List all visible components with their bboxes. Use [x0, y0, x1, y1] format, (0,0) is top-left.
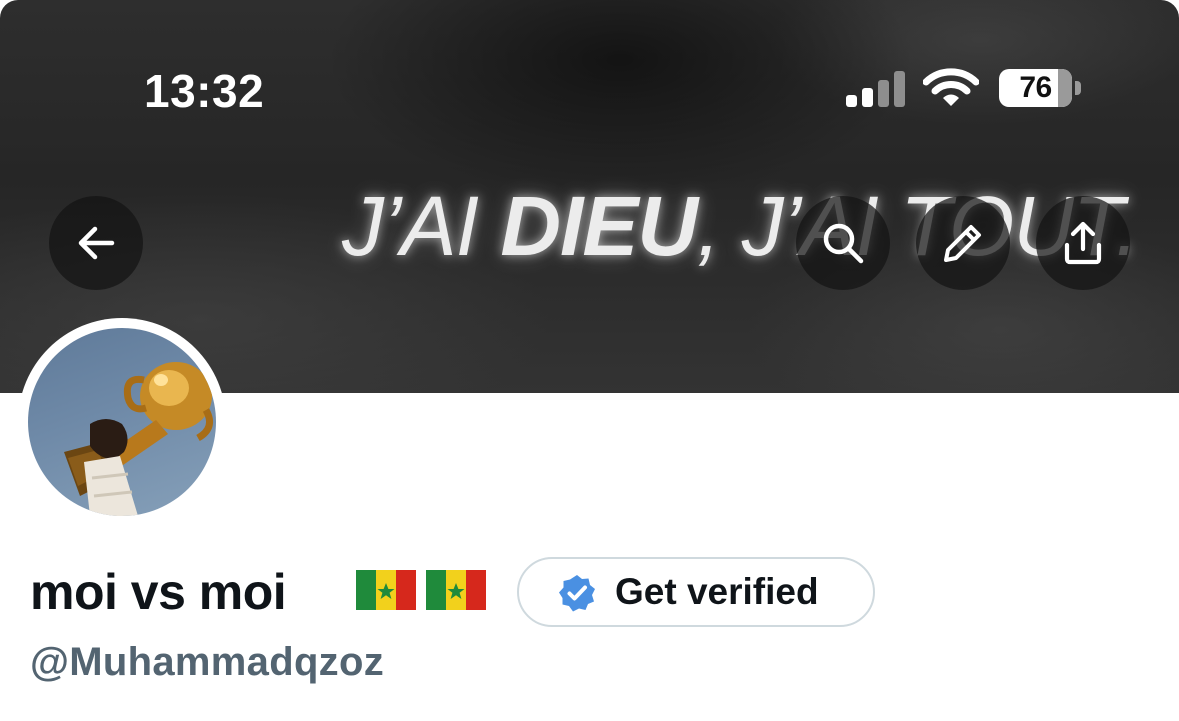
get-verified-button[interactable]: Get verified	[517, 557, 875, 627]
banner-text-part: J’AI	[342, 179, 501, 273]
battery-cap	[1075, 81, 1081, 95]
status-time: 13:32	[144, 65, 265, 117]
arrow-left-icon	[78, 226, 115, 260]
avatar[interactable]	[28, 328, 216, 516]
banner-text-bold: DIEU	[500, 179, 698, 273]
battery-level: 76	[1019, 71, 1052, 104]
edit-button[interactable]	[916, 196, 1010, 290]
back-button[interactable]	[49, 196, 143, 290]
pencil-icon	[944, 225, 981, 262]
search-button[interactable]	[796, 196, 890, 290]
get-verified-label: Get verified	[615, 571, 819, 612]
verified-badge-icon	[559, 575, 595, 612]
share-icon	[1064, 221, 1102, 265]
trophy-photo	[64, 362, 214, 516]
banner-slogan: J’AI DIEU, J’AI TOUT.	[342, 178, 1139, 275]
wifi-icon	[923, 68, 979, 106]
senegal-flag-icon	[426, 570, 486, 610]
share-button[interactable]	[1036, 196, 1130, 290]
battery-icon: 76	[999, 69, 1072, 107]
display-name: moi vs moi	[30, 564, 287, 620]
search-icon	[823, 223, 864, 264]
cellular-signal-icon	[846, 69, 906, 107]
senegal-flag-icon	[356, 570, 416, 610]
senegal-flag-icons	[356, 570, 486, 610]
user-handle: @Muhammadqzoz	[30, 640, 385, 684]
